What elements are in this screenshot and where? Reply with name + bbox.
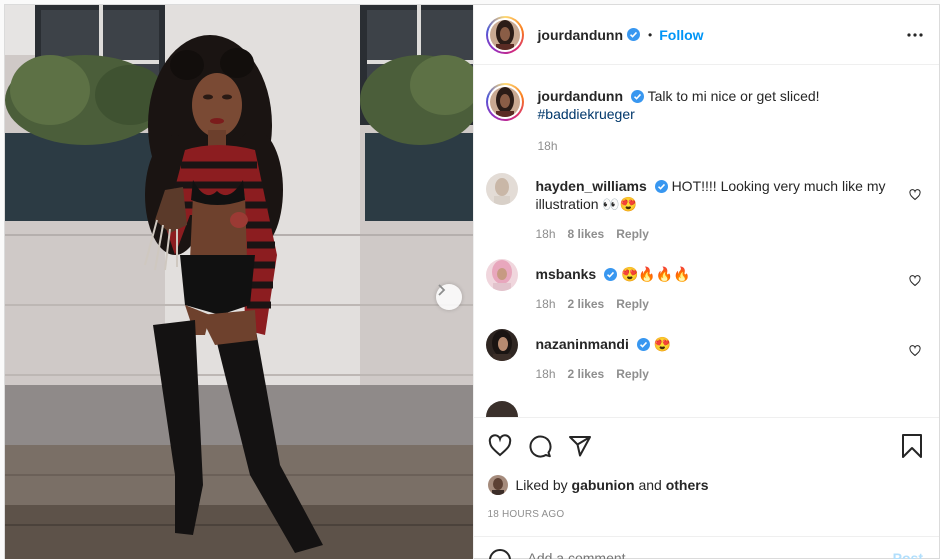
chevron-right-icon [438, 284, 446, 296]
next-image-button[interactable] [436, 284, 462, 310]
heart-outline-icon [909, 189, 921, 201]
add-comment-input[interactable] [527, 550, 848, 559]
comment-button[interactable] [528, 434, 552, 458]
author-username[interactable]: jourdandunn [538, 27, 624, 43]
comment-time[interactable]: 18h [536, 365, 556, 383]
more-horizontal-icon [907, 32, 923, 37]
comment-bubble-icon [529, 435, 551, 458]
heart-outline-icon [909, 345, 921, 357]
comment-item: msbanks 😍🔥🔥🔥 18h 2 likes Reply [485, 259, 924, 313]
comment-item: hayden_williams HOT!!!! Looking very muc… [485, 173, 924, 243]
comment-time[interactable]: 18h [536, 295, 556, 313]
bookmark-icon [902, 434, 922, 458]
caption-avatar[interactable] [485, 83, 524, 121]
verified-badge-icon [627, 28, 641, 41]
comment-username[interactable]: nazaninmandi [536, 336, 629, 352]
post-timestamp[interactable]: 18 HOURS AGO [488, 509, 924, 520]
avatar-image [489, 19, 520, 50]
comment-username[interactable]: hayden_williams [536, 178, 647, 194]
verified-badge-icon [604, 268, 618, 281]
commenter-avatar[interactable] [485, 401, 518, 417]
photo-scene [5, 5, 473, 559]
comment-likes[interactable]: 8 likes [568, 225, 605, 243]
post-side-panel: jourdandunn • Follow jourdandunn Talk to… [472, 5, 940, 559]
post-dialog: jourdandunn • Follow jourdandunn Talk to… [4, 4, 940, 559]
commenter-avatar[interactable] [485, 329, 518, 361]
heart-outline-icon [909, 275, 921, 287]
liked-by-joiner: and [638, 477, 662, 493]
caption-text: Talk to mi nice or get sliced! [647, 88, 820, 104]
avatar-image [489, 87, 520, 117]
liked-by-user[interactable]: gabunion [572, 477, 635, 493]
follow-button[interactable]: Follow [659, 27, 703, 43]
like-comment-button[interactable] [909, 345, 921, 357]
post-actions: Liked by gabunion and others 18 HOURS AG… [473, 417, 939, 520]
post-image[interactable] [5, 5, 473, 559]
commenter-avatar[interactable] [485, 173, 518, 205]
liked-by-prefix: Liked by [515, 477, 568, 493]
caption-username[interactable]: jourdandunn [538, 88, 624, 104]
post-comment-button[interactable]: Post [893, 550, 923, 559]
save-button[interactable] [901, 434, 923, 458]
emoji-icon [488, 549, 511, 559]
liked-by-others[interactable]: others [666, 477, 709, 493]
comment-time[interactable]: 18h [536, 225, 556, 243]
reply-button[interactable]: Reply [616, 365, 649, 383]
comment-likes[interactable]: 2 likes [568, 295, 605, 313]
verified-badge-icon [630, 90, 644, 103]
like-comment-button[interactable] [909, 275, 921, 287]
separator-dot: • [648, 27, 653, 42]
comment-text: 😍 [653, 336, 672, 352]
comment-text: 😍🔥🔥🔥 [620, 266, 691, 282]
caption-hashtag[interactable]: #baddiekrueger [538, 106, 635, 122]
heart-outline-icon [488, 434, 511, 457]
commenter-avatar[interactable] [485, 259, 518, 291]
verified-badge-icon [636, 338, 650, 351]
comment-likes[interactable]: 2 likes [568, 365, 605, 383]
share-button[interactable] [568, 434, 592, 458]
paper-plane-icon [568, 436, 591, 457]
like-comment-button[interactable] [909, 189, 921, 201]
comment-item-partial [485, 401, 924, 417]
reply-button[interactable]: Reply [616, 295, 649, 313]
comment-username[interactable]: msbanks [536, 266, 597, 282]
comment-item: nazaninmandi 😍 18h 2 likes Reply [485, 329, 924, 383]
liker-avatar[interactable] [487, 475, 508, 495]
caption: jourdandunn Talk to mi nice or get slice… [485, 83, 924, 155]
emoji-button[interactable] [488, 548, 512, 559]
verified-badge-icon [654, 180, 668, 193]
add-comment-bar: Post [473, 536, 939, 559]
author-avatar[interactable] [485, 15, 524, 54]
comments-list[interactable]: jourdandunn Talk to mi nice or get slice… [474, 65, 940, 417]
post-header: jourdandunn • Follow [473, 5, 939, 65]
reply-button[interactable]: Reply [616, 225, 649, 243]
liked-by: Liked by gabunion and others [487, 475, 924, 495]
caption-time[interactable]: 18h [538, 137, 558, 155]
like-button[interactable] [488, 434, 512, 458]
more-options-button[interactable] [907, 32, 923, 37]
